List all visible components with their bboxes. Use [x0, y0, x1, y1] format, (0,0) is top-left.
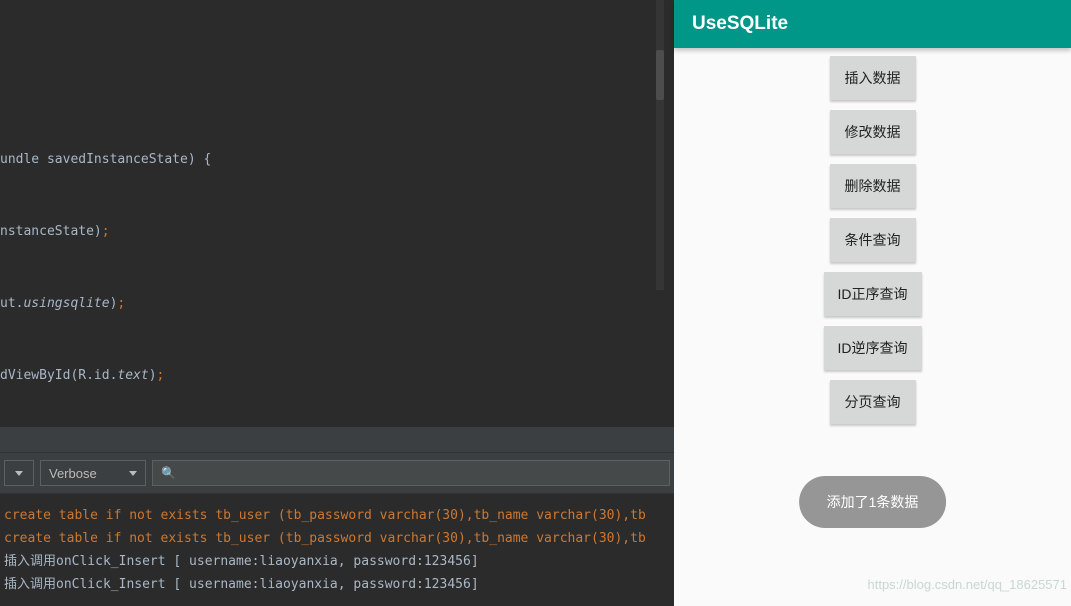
app-title: UseSQLite	[692, 13, 788, 35]
logcat-output[interactable]: create table if not exists tb_user (tb_p…	[0, 494, 674, 606]
editor-scroll-thumb[interactable]	[656, 50, 664, 100]
code-punct: ;	[117, 296, 125, 311]
code-identifier: usingsqlite	[23, 296, 109, 311]
emulator-panel: UseSQLite 插入数据 修改数据 删除数据 条件查询 ID正序查询 ID逆…	[674, 0, 1071, 606]
code-editor[interactable]: undle savedInstanceState) { nstanceState…	[0, 0, 674, 427]
button-stack: 插入数据 修改数据 删除数据 条件查询 ID正序查询 ID逆序查询 分页查询	[674, 48, 1071, 424]
log-search-input[interactable]: 🔍	[152, 460, 670, 486]
code-text: undle savedInstanceState) {	[0, 152, 211, 167]
log-line: 插入调用onClick_Insert [ username:liaoyanxia…	[4, 573, 670, 596]
chevron-down-icon	[15, 471, 23, 476]
insert-button[interactable]: 插入数据	[830, 56, 916, 100]
panel-separator	[0, 427, 674, 452]
watermark-text: https://blog.csdn.net/qq_18625571	[868, 577, 1068, 592]
filter-dropdown-1[interactable]	[4, 460, 34, 486]
delete-button[interactable]: 删除数据	[830, 164, 916, 208]
update-button[interactable]: 修改数据	[830, 110, 916, 154]
chevron-down-icon	[129, 471, 137, 476]
phone-screen: UseSQLite 插入数据 修改数据 删除数据 条件查询 ID正序查询 ID逆…	[674, 0, 1071, 606]
conditional-query-button[interactable]: 条件查询	[830, 218, 916, 262]
toast-message: 添加了1条数据	[799, 476, 947, 528]
id-asc-query-button[interactable]: ID正序查询	[824, 272, 922, 316]
log-line: 插入调用onClick_Insert [ username:liaoyanxia…	[4, 550, 670, 573]
log-line: create table if not exists tb_user (tb_p…	[4, 527, 670, 550]
editor-scrollbar[interactable]	[656, 0, 664, 290]
code-text: dViewById(R.id.	[0, 368, 117, 383]
page-query-button[interactable]: 分页查询	[830, 380, 916, 424]
search-icon: 🔍	[161, 466, 176, 480]
code-text: )	[149, 368, 157, 383]
log-filter-bar: Verbose 🔍	[0, 452, 674, 494]
code-punct: ;	[157, 368, 165, 383]
id-desc-query-button[interactable]: ID逆序查询	[824, 326, 922, 370]
ide-panel: undle savedInstanceState) { nstanceState…	[0, 0, 674, 606]
app-bar: UseSQLite	[674, 0, 1071, 48]
code-punct: ;	[102, 224, 110, 239]
code-identifier: text	[117, 368, 148, 383]
log-level-dropdown[interactable]: Verbose	[40, 460, 146, 486]
code-text: ut.	[0, 296, 23, 311]
code-text: nstanceState)	[0, 224, 102, 239]
log-level-label: Verbose	[49, 466, 97, 481]
log-line: create table if not exists tb_user (tb_p…	[4, 504, 670, 527]
